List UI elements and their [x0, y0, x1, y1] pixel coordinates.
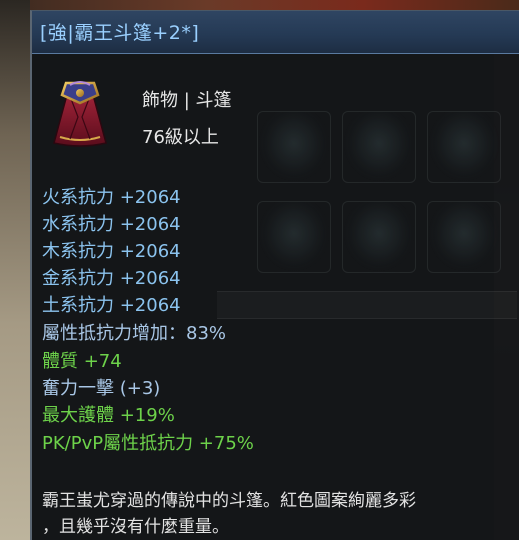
background-left-strip — [0, 0, 30, 540]
stat-earth-resist: 土系抗力 +2064 — [42, 295, 181, 316]
item-tooltip: [強|霸王斗篷+2*] 飾物 | 斗篷 76級以上 火系抗力 +2064 水系抗… — [30, 10, 519, 540]
stat-attribute-resist-increase: 屬性抵抗力增加：83% — [42, 323, 227, 344]
background-slot — [427, 111, 501, 183]
tooltip-title-bar: [強|霸王斗篷+2*] — [32, 11, 519, 54]
stat-strike: 奮力一擊 (+3) — [42, 378, 161, 399]
stat-constitution: 體質 +74 — [42, 351, 122, 372]
background-slot — [342, 201, 416, 273]
background-slot — [427, 201, 501, 273]
stat-wood-resist: 木系抗力 +2064 — [42, 241, 181, 262]
stat-max-protection: 最大護體 +19% — [42, 405, 175, 426]
background-slot — [342, 111, 416, 183]
game-screen: [強|霸王斗篷+2*] 飾物 | 斗篷 76級以上 火系抗力 +2064 水系抗… — [0, 0, 519, 540]
background-slot — [257, 201, 331, 273]
stat-water-resist: 水系抗力 +2064 — [42, 214, 181, 235]
item-description-line-2: ，且幾乎沒有什麼重量。 — [42, 517, 229, 537]
item-type-label: 飾物 | 斗篷 — [142, 90, 232, 111]
cape-icon — [48, 77, 112, 149]
item-level-requirement: 76級以上 — [142, 127, 219, 148]
background-top-strip — [0, 0, 519, 10]
item-name: [強|霸王斗篷+2*] — [40, 22, 200, 44]
background-toolbar — [217, 291, 517, 319]
item-description-line-1: 霸王蚩尤穿過的傳說中的斗篷。紅色圖案絢麗多彩 — [42, 491, 416, 511]
stat-fire-resist: 火系抗力 +2064 — [42, 187, 181, 208]
stat-metal-resist: 金系抗力 +2064 — [42, 268, 181, 289]
stat-pk-pvp-resist: PK/PvP屬性抵抗力 +75% — [42, 433, 254, 454]
background-slot — [257, 111, 331, 183]
